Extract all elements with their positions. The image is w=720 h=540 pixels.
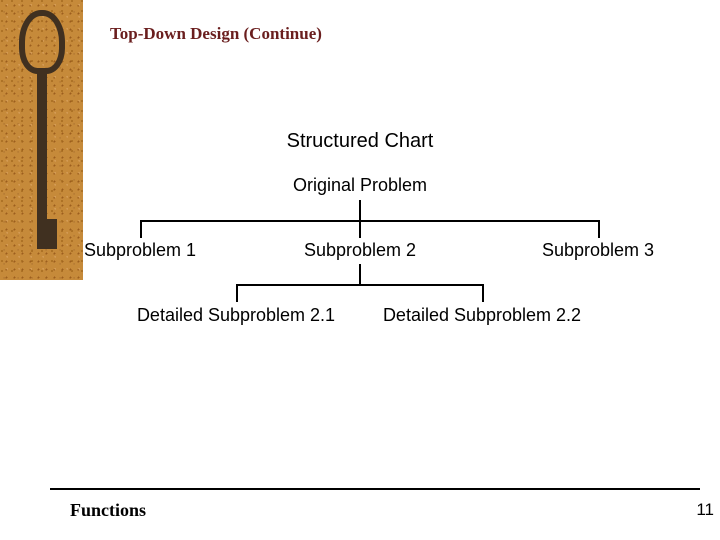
node-sub1: Subproblem 1	[80, 240, 200, 261]
footer-divider	[50, 488, 700, 490]
node-detail21: Detailed Subproblem 2.1	[130, 305, 342, 326]
page-number: 11	[696, 500, 714, 520]
structured-chart: Original Problem Subproblem 1 Subproblem…	[0, 160, 720, 410]
node-detail22: Detailed Subproblem 2.2	[376, 305, 588, 326]
node-sub2: Subproblem 2	[300, 240, 420, 261]
slide-title: Top-Down Design (Continue)	[110, 24, 322, 44]
node-root: Original Problem	[290, 175, 430, 196]
node-sub3: Subproblem 3	[538, 240, 658, 261]
footer-section-title: Functions	[70, 500, 146, 521]
chart-title: Structured Chart	[0, 130, 720, 153]
